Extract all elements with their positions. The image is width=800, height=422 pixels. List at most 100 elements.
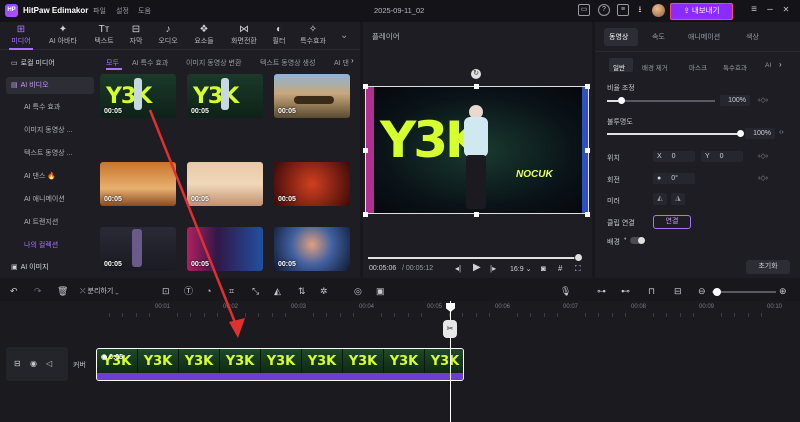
resize-handle[interactable] xyxy=(585,84,590,89)
subtab-remove-bg[interactable]: 배경 제거 xyxy=(642,62,668,72)
snapshot-icon[interactable]: ▣ xyxy=(376,286,385,296)
fullscreen-icon[interactable]: ⛶ xyxy=(575,264,581,274)
tab-media[interactable]: ⊞ 미디어 xyxy=(5,24,37,48)
scissors-icon[interactable]: ✂ xyxy=(443,320,457,338)
zoom-slider-knob[interactable] xyxy=(713,288,721,296)
resize-icon[interactable]: ⤡ xyxy=(252,286,259,296)
resize-handle[interactable] xyxy=(474,212,479,217)
resize-handle[interactable] xyxy=(363,212,368,217)
menu-file[interactable]: 파일 xyxy=(93,6,106,16)
opacity-slider-knob[interactable] xyxy=(737,130,744,137)
help-icon[interactable]: ? xyxy=(598,4,610,16)
monitor-icon[interactable]: ▭ xyxy=(578,4,590,16)
resize-handle[interactable] xyxy=(474,84,479,89)
link-icon[interactable]: ⊶ xyxy=(597,286,606,296)
effects-tool-icon[interactable]: ✲ xyxy=(320,286,328,296)
video-preview[interactable]: Y3K NOCUK xyxy=(365,86,589,214)
visibility-icon[interactable]: ◉ xyxy=(30,359,37,368)
video-clip[interactable]: Y3K Y3K Y3K Y3K Y3K Y3K Y3K Y3K Y3K ◉ 0:05 xyxy=(96,348,464,381)
magnet-icon[interactable]: ⊓ xyxy=(648,286,655,296)
delete-icon[interactable]: 🗑 xyxy=(57,286,68,296)
prev-frame-icon[interactable]: ◂| xyxy=(455,264,461,273)
chevron-right-icon[interactable]: › xyxy=(351,56,354,65)
next-frame-icon[interactable]: |▸ xyxy=(490,264,496,273)
sidebar-item-image-to-video[interactable]: 이미지 동영상 ... xyxy=(6,122,94,139)
resize-handle[interactable] xyxy=(585,148,590,153)
zoom-slider[interactable] xyxy=(712,291,776,293)
play-icon[interactable]: ▶ xyxy=(473,262,481,273)
scrubber-knob[interactable] xyxy=(575,254,582,261)
media-thumbnail[interactable]: Y3K 00:05 xyxy=(100,74,176,118)
chevron-right-icon[interactable]: › xyxy=(779,60,782,69)
connect-button[interactable]: 연결 xyxy=(653,215,691,229)
media-thumbnail[interactable]: 00:05 xyxy=(274,227,350,271)
media-thumbnail[interactable]: 00:05 xyxy=(187,227,263,271)
zoom-out-icon[interactable]: ⊖ xyxy=(698,286,706,296)
microphone-icon[interactable]: 🎙 xyxy=(560,286,571,296)
sidebar-item-ai-dance[interactable]: AI 댄스 🔥 xyxy=(6,168,94,185)
undo-icon[interactable]: ↶ xyxy=(10,286,18,296)
scale-slider-knob[interactable] xyxy=(617,97,625,104)
camera-icon[interactable]: ◙ xyxy=(541,264,546,273)
media-thumbnail[interactable]: 00:05 xyxy=(187,162,263,206)
rotate-handle-icon[interactable]: ↻ xyxy=(471,69,481,79)
position-y-field[interactable]: Y0 xyxy=(701,151,743,162)
speed-icon[interactable]: ◔ xyxy=(206,286,211,296)
tab-animation[interactable]: 애니메이션 xyxy=(688,32,720,42)
resize-handle[interactable] xyxy=(585,212,590,217)
export-button[interactable]: ⇪ 내보내기 xyxy=(670,3,733,20)
flip-icon[interactable]: ⇅ xyxy=(298,286,306,296)
avatar[interactable] xyxy=(652,4,665,17)
sidebar-item-my-collection[interactable]: 나의 컬렉션 xyxy=(6,237,94,254)
scale-value[interactable]: 100% xyxy=(720,95,750,106)
tab-subtitle[interactable]: ⊟ 자막 xyxy=(123,24,149,48)
subtab-basic[interactable]: 일반 xyxy=(613,62,625,72)
sidebar-item-ai-image[interactable]: ▣ AI 이미지 xyxy=(6,259,94,276)
menu-settings[interactable]: 설정 xyxy=(116,6,129,16)
keyframe-nav-icon[interactable]: ‹◇› xyxy=(758,152,768,160)
media-thumbnail[interactable]: Y3K 00:05 xyxy=(187,74,263,118)
flip-vertical-icon[interactable]: ◮ xyxy=(671,193,685,205)
media-thumbnail[interactable]: 00:05 xyxy=(274,162,350,206)
resize-handle[interactable] xyxy=(363,148,368,153)
tab-effects[interactable]: ✧ 특수효과 xyxy=(295,24,331,48)
zoom-in-icon[interactable]: ⊕ xyxy=(779,286,787,296)
mirror-icon[interactable]: ◭ xyxy=(274,286,281,296)
menu-help[interactable]: 도움 xyxy=(138,6,151,16)
close-icon[interactable]: ✕ xyxy=(780,4,792,16)
media-thumbnail[interactable]: 00:05 xyxy=(100,162,176,206)
sidebar-item-ai-effects[interactable]: AI 특수 효과 xyxy=(6,99,94,116)
tab-audio[interactable]: ♪ 오디오 xyxy=(152,24,184,48)
split-track-icon[interactable]: ⊷ xyxy=(621,286,630,296)
message-icon[interactable]: ≡ xyxy=(617,4,629,16)
tab-text[interactable]: Tт 텍스트 xyxy=(88,24,120,48)
position-x-field[interactable]: X0 xyxy=(653,151,695,162)
reset-button[interactable]: 초기화 xyxy=(746,260,790,274)
minimize-icon[interactable]: – xyxy=(764,4,776,16)
track-settings-icon[interactable]: ⊟ xyxy=(14,359,21,368)
sidebar-item-ai-transition[interactable]: AI 트랜지션 xyxy=(6,214,94,231)
text-tool-icon[interactable]: Ⓣ xyxy=(184,286,193,296)
keyframe-nav-icon[interactable]: ‹◇› xyxy=(758,174,768,182)
tab-transition[interactable]: ⋈ 화면전환 xyxy=(224,24,264,48)
mute-icon[interactable]: ◁ xyxy=(46,359,52,368)
grid-icon[interactable]: # xyxy=(558,264,562,273)
timeline[interactable]: 00:01 00:02 00:03 00:04 00:05 00:06 00:07 00:08… xyxy=(0,301,800,422)
rotate-field[interactable]: ● 0° xyxy=(653,173,695,184)
sidebar-item-ai-video[interactable]: ▤ AI 비디오 xyxy=(6,77,94,94)
subtab-ai[interactable]: AI xyxy=(765,62,771,69)
sidebar-item-text-to-video[interactable]: 텍스트 동영상 ... xyxy=(6,145,94,162)
ai-tool-icon[interactable]: ◎ xyxy=(354,286,362,296)
aspect-ratio-select[interactable]: 16:9 ⌄ xyxy=(510,265,531,273)
crop-icon[interactable]: ⌗ xyxy=(229,286,234,296)
subtab-ai-effects[interactable]: AI 특수 효과 xyxy=(132,58,168,68)
tab-video[interactable]: 동영상 xyxy=(609,32,628,42)
keyframe-nav-icon[interactable]: ‹› xyxy=(779,129,784,136)
subtab-mask[interactable]: 마스크 xyxy=(689,62,707,72)
opacity-value[interactable]: 100% xyxy=(745,128,775,139)
fit-icon[interactable]: ⊟ xyxy=(674,286,682,296)
download-icon[interactable]: ⭳ xyxy=(634,4,646,16)
subtab-all[interactable]: 모두 xyxy=(106,58,119,68)
tab-speed[interactable]: 속도 xyxy=(652,32,665,42)
media-thumbnail[interactable]: 00:05 xyxy=(274,74,350,118)
